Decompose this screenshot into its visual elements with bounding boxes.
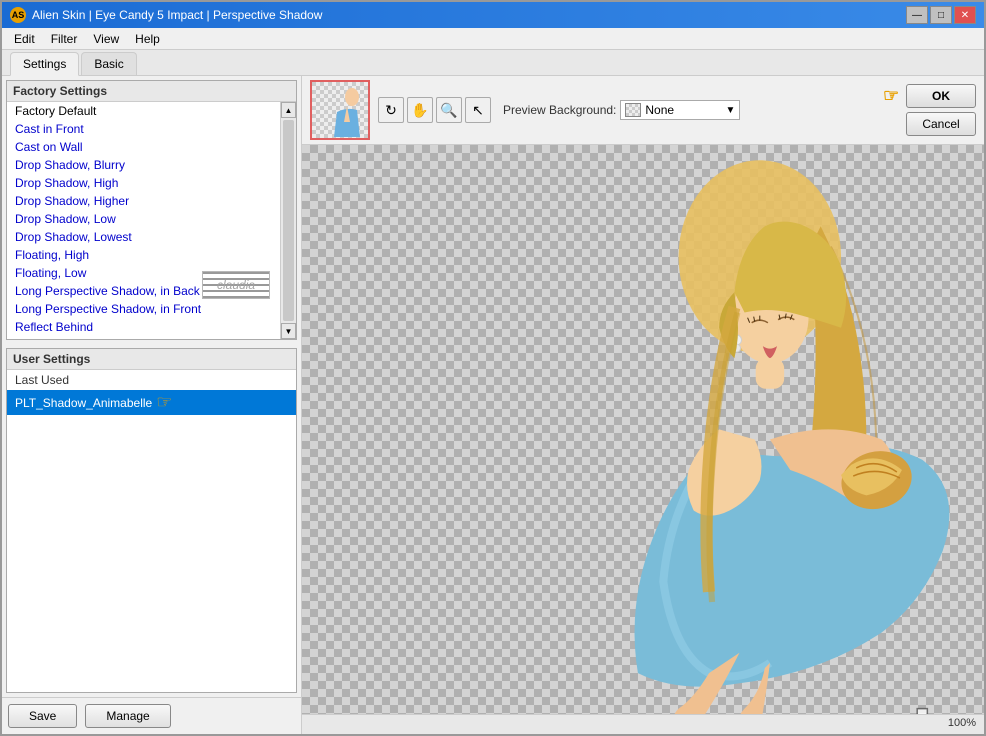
user-list-wrapper: PLT_Shadow_Animabelle ☞ — [7, 390, 296, 692]
list-item-drop-shadow-higher[interactable]: Drop Shadow, Higher — [7, 192, 280, 210]
thumbnail-svg — [312, 82, 368, 138]
factory-list-wrapper: Factory Default Cast in Front Cast on Wa… — [7, 102, 296, 339]
title-bar: AS Alien Skin | Eye Candy 5 Impact | Per… — [2, 2, 984, 28]
rotate-tool-button[interactable]: ↻ — [378, 97, 404, 123]
menu-filter[interactable]: Filter — [43, 30, 86, 48]
menu-view[interactable]: View — [85, 30, 127, 48]
factory-list-scrollbar[interactable]: ▲ ▼ — [280, 102, 296, 339]
status-bar: 100% — [302, 714, 984, 734]
close-button[interactable]: ✕ — [954, 6, 976, 24]
cancel-button[interactable]: Cancel — [906, 112, 976, 136]
menu-edit[interactable]: Edit — [6, 30, 43, 48]
user-settings-section: User Settings Last Used PLT_Shadow_Anima… — [6, 348, 297, 693]
ok-cancel-area: ☞ OK Cancel — [906, 84, 976, 136]
list-item-cast-on-wall[interactable]: Cast on Wall — [7, 138, 280, 156]
right-panel: ↻ ✋ 🔍 ↖ Preview Background: None ▼ ☞ OK — [302, 76, 984, 734]
preview-bg-label: Preview Background: — [503, 103, 616, 117]
minimize-button[interactable]: — — [906, 6, 928, 24]
preview-canvas[interactable] — [302, 145, 984, 734]
factory-list[interactable]: Factory Default Cast in Front Cast on Wa… — [7, 102, 280, 339]
window-title: Alien Skin | Eye Candy 5 Impact | Perspe… — [32, 8, 322, 22]
gold-pointer-icon: ☞ — [156, 392, 172, 413]
scroll-up-arrow[interactable]: ▲ — [281, 102, 296, 118]
tool-buttons: ↻ ✋ 🔍 ↖ — [378, 97, 491, 123]
save-button[interactable]: Save — [8, 704, 77, 728]
menu-bar: Edit Filter View Help — [2, 28, 984, 50]
bottom-buttons: Save Manage — [2, 697, 301, 734]
list-item-drop-shadow-lowest[interactable]: Drop Shadow, Lowest — [7, 228, 280, 246]
main-window: AS Alien Skin | Eye Candy 5 Impact | Per… — [0, 0, 986, 736]
list-item-factory-default[interactable]: Factory Default — [7, 102, 280, 120]
toolbar-area: ↻ ✋ 🔍 ↖ Preview Background: None ▼ ☞ OK — [302, 76, 984, 145]
list-item-drop-shadow-high[interactable]: Drop Shadow, High — [7, 174, 280, 192]
menu-help[interactable]: Help — [127, 30, 168, 48]
tab-settings[interactable]: Settings — [10, 52, 79, 76]
list-item-floating-low[interactable]: Floating, Low — [7, 264, 280, 282]
factory-settings-section: Factory Settings Factory Default Cast in… — [6, 80, 297, 340]
scroll-thumb[interactable] — [283, 120, 294, 321]
dropdown-arrow-icon: ▼ — [725, 105, 735, 116]
preview-bg-select[interactable]: None ▼ — [620, 100, 740, 120]
user-selected-item[interactable]: PLT_Shadow_Animabelle ☞ — [7, 390, 296, 415]
tabs-bar: Settings Basic — [2, 50, 984, 76]
pan-tool-button[interactable]: ✋ — [407, 97, 433, 123]
zoom-in-button[interactable]: 🔍 — [436, 97, 462, 123]
list-item-drop-shadow-blurry[interactable]: Drop Shadow, Blurry — [7, 156, 280, 174]
user-list[interactable]: PLT_Shadow_Animabelle ☞ — [7, 390, 296, 692]
list-item-drop-shadow-low[interactable]: Drop Shadow, Low — [7, 210, 280, 228]
manage-button[interactable]: Manage — [85, 704, 170, 728]
preview-bg-swatch — [625, 103, 641, 117]
title-bar-buttons: — □ ✕ — [906, 6, 976, 24]
last-used-label: Last Used — [7, 370, 296, 390]
maximize-button[interactable]: □ — [930, 6, 952, 24]
list-item-reflect-behind[interactable]: Reflect Behind — [7, 318, 280, 336]
ok-button[interactable]: ☞ OK — [906, 84, 976, 108]
factory-settings-header: Factory Settings — [7, 81, 296, 102]
list-item-long-persp-back[interactable]: Long Perspective Shadow, in Back — [7, 282, 280, 300]
zoom-level: 100% — [948, 717, 976, 732]
main-content: Factory Settings Factory Default Cast in… — [2, 76, 984, 734]
scroll-down-arrow[interactable]: ▼ — [281, 323, 296, 339]
user-settings-header: User Settings — [7, 349, 296, 370]
title-bar-left: AS Alien Skin | Eye Candy 5 Impact | Per… — [10, 7, 322, 23]
list-item-reflect-front[interactable]: Reflect in Front — [7, 336, 280, 339]
preview-svg — [302, 145, 984, 734]
left-panel: Factory Settings Factory Default Cast in… — [2, 76, 302, 734]
preview-thumbnail — [310, 80, 370, 140]
preview-bg-value: None — [645, 103, 674, 117]
tab-basic[interactable]: Basic — [81, 52, 136, 75]
list-item-long-persp-front[interactable]: Long Perspective Shadow, in Front — [7, 300, 280, 318]
ok-gold-arrow-icon: ☞ — [883, 86, 899, 107]
pointer-tool-button[interactable]: ↖ — [465, 97, 491, 123]
list-item-floating-high[interactable]: Floating, High — [7, 246, 280, 264]
list-item-cast-in-front[interactable]: Cast in Front — [7, 120, 280, 138]
app-icon: AS — [10, 7, 26, 23]
